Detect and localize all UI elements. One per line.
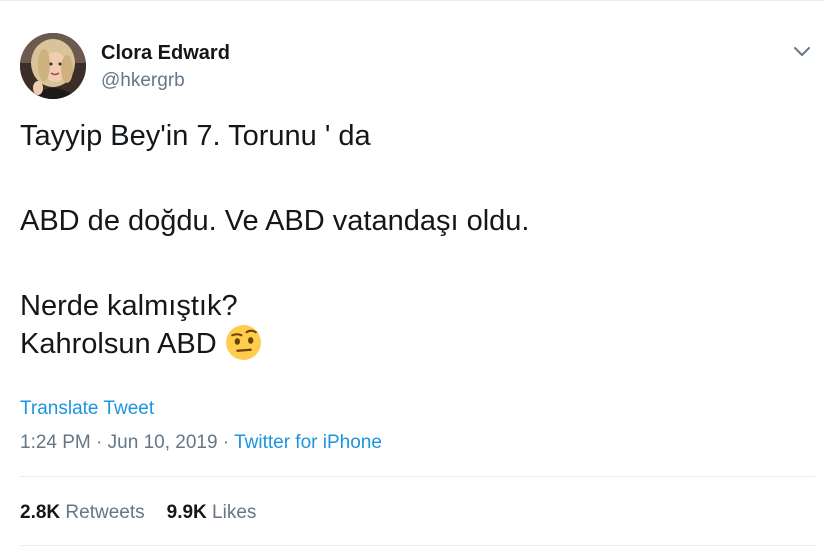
retweets-stat[interactable]: 2.8K Retweets	[20, 502, 145, 523]
tweet-line: Tayyip Bey'in 7. Torunu ' da	[20, 120, 371, 152]
meta-separator: ·	[217, 432, 235, 453]
retweets-count: 2.8K	[20, 502, 61, 523]
divider	[20, 476, 815, 477]
likes-count: 9.9K	[166, 502, 207, 523]
meta-separator: ·	[90, 432, 108, 453]
chevron-down-icon[interactable]	[790, 39, 814, 63]
avatar-image	[20, 33, 86, 99]
avatar[interactable]	[20, 33, 86, 99]
tweet-date[interactable]: Jun 10, 2019	[108, 432, 218, 453]
tweet-line: ABD de doğdu. Ve ABD vatandaşı oldu.	[20, 205, 530, 237]
tweet-line: Nerde kalmıştık?	[20, 289, 800, 324]
tweet-card: Clora Edward @hkergrb Tayyip Bey'in 7. T…	[0, 0, 825, 547]
tweet-line: Kahrolsun ABD	[20, 324, 800, 362]
author-name[interactable]: Clora Edward	[101, 41, 230, 65]
divider	[20, 545, 815, 546]
tweet-time[interactable]: 1:24 PM	[20, 432, 91, 453]
face-with-raised-eyebrow-icon	[225, 324, 262, 361]
tweet-line-text: Kahrolsun ABD	[20, 328, 217, 360]
tweet-line-text: Nerde kalmıştık?	[20, 290, 238, 322]
likes-stat[interactable]: 9.9K Likes	[167, 502, 257, 523]
tweet-source-link[interactable]: Twitter for iPhone	[234, 432, 382, 453]
tweet-text: Tayyip Bey'in 7. Torunu ' da ABD de doğd…	[20, 119, 800, 362]
retweets-label: Retweets	[65, 502, 145, 523]
tweet-stats: 2.8K Retweets 9.9K Likes	[20, 501, 278, 525]
likes-label: Likes	[212, 502, 257, 523]
translate-tweet-link[interactable]: Translate Tweet	[20, 397, 154, 421]
author-handle[interactable]: @hkergrb	[101, 69, 185, 93]
tweet-metadata: 1:24 PM · Jun 10, 2019 · Twitter for iPh…	[20, 431, 382, 455]
